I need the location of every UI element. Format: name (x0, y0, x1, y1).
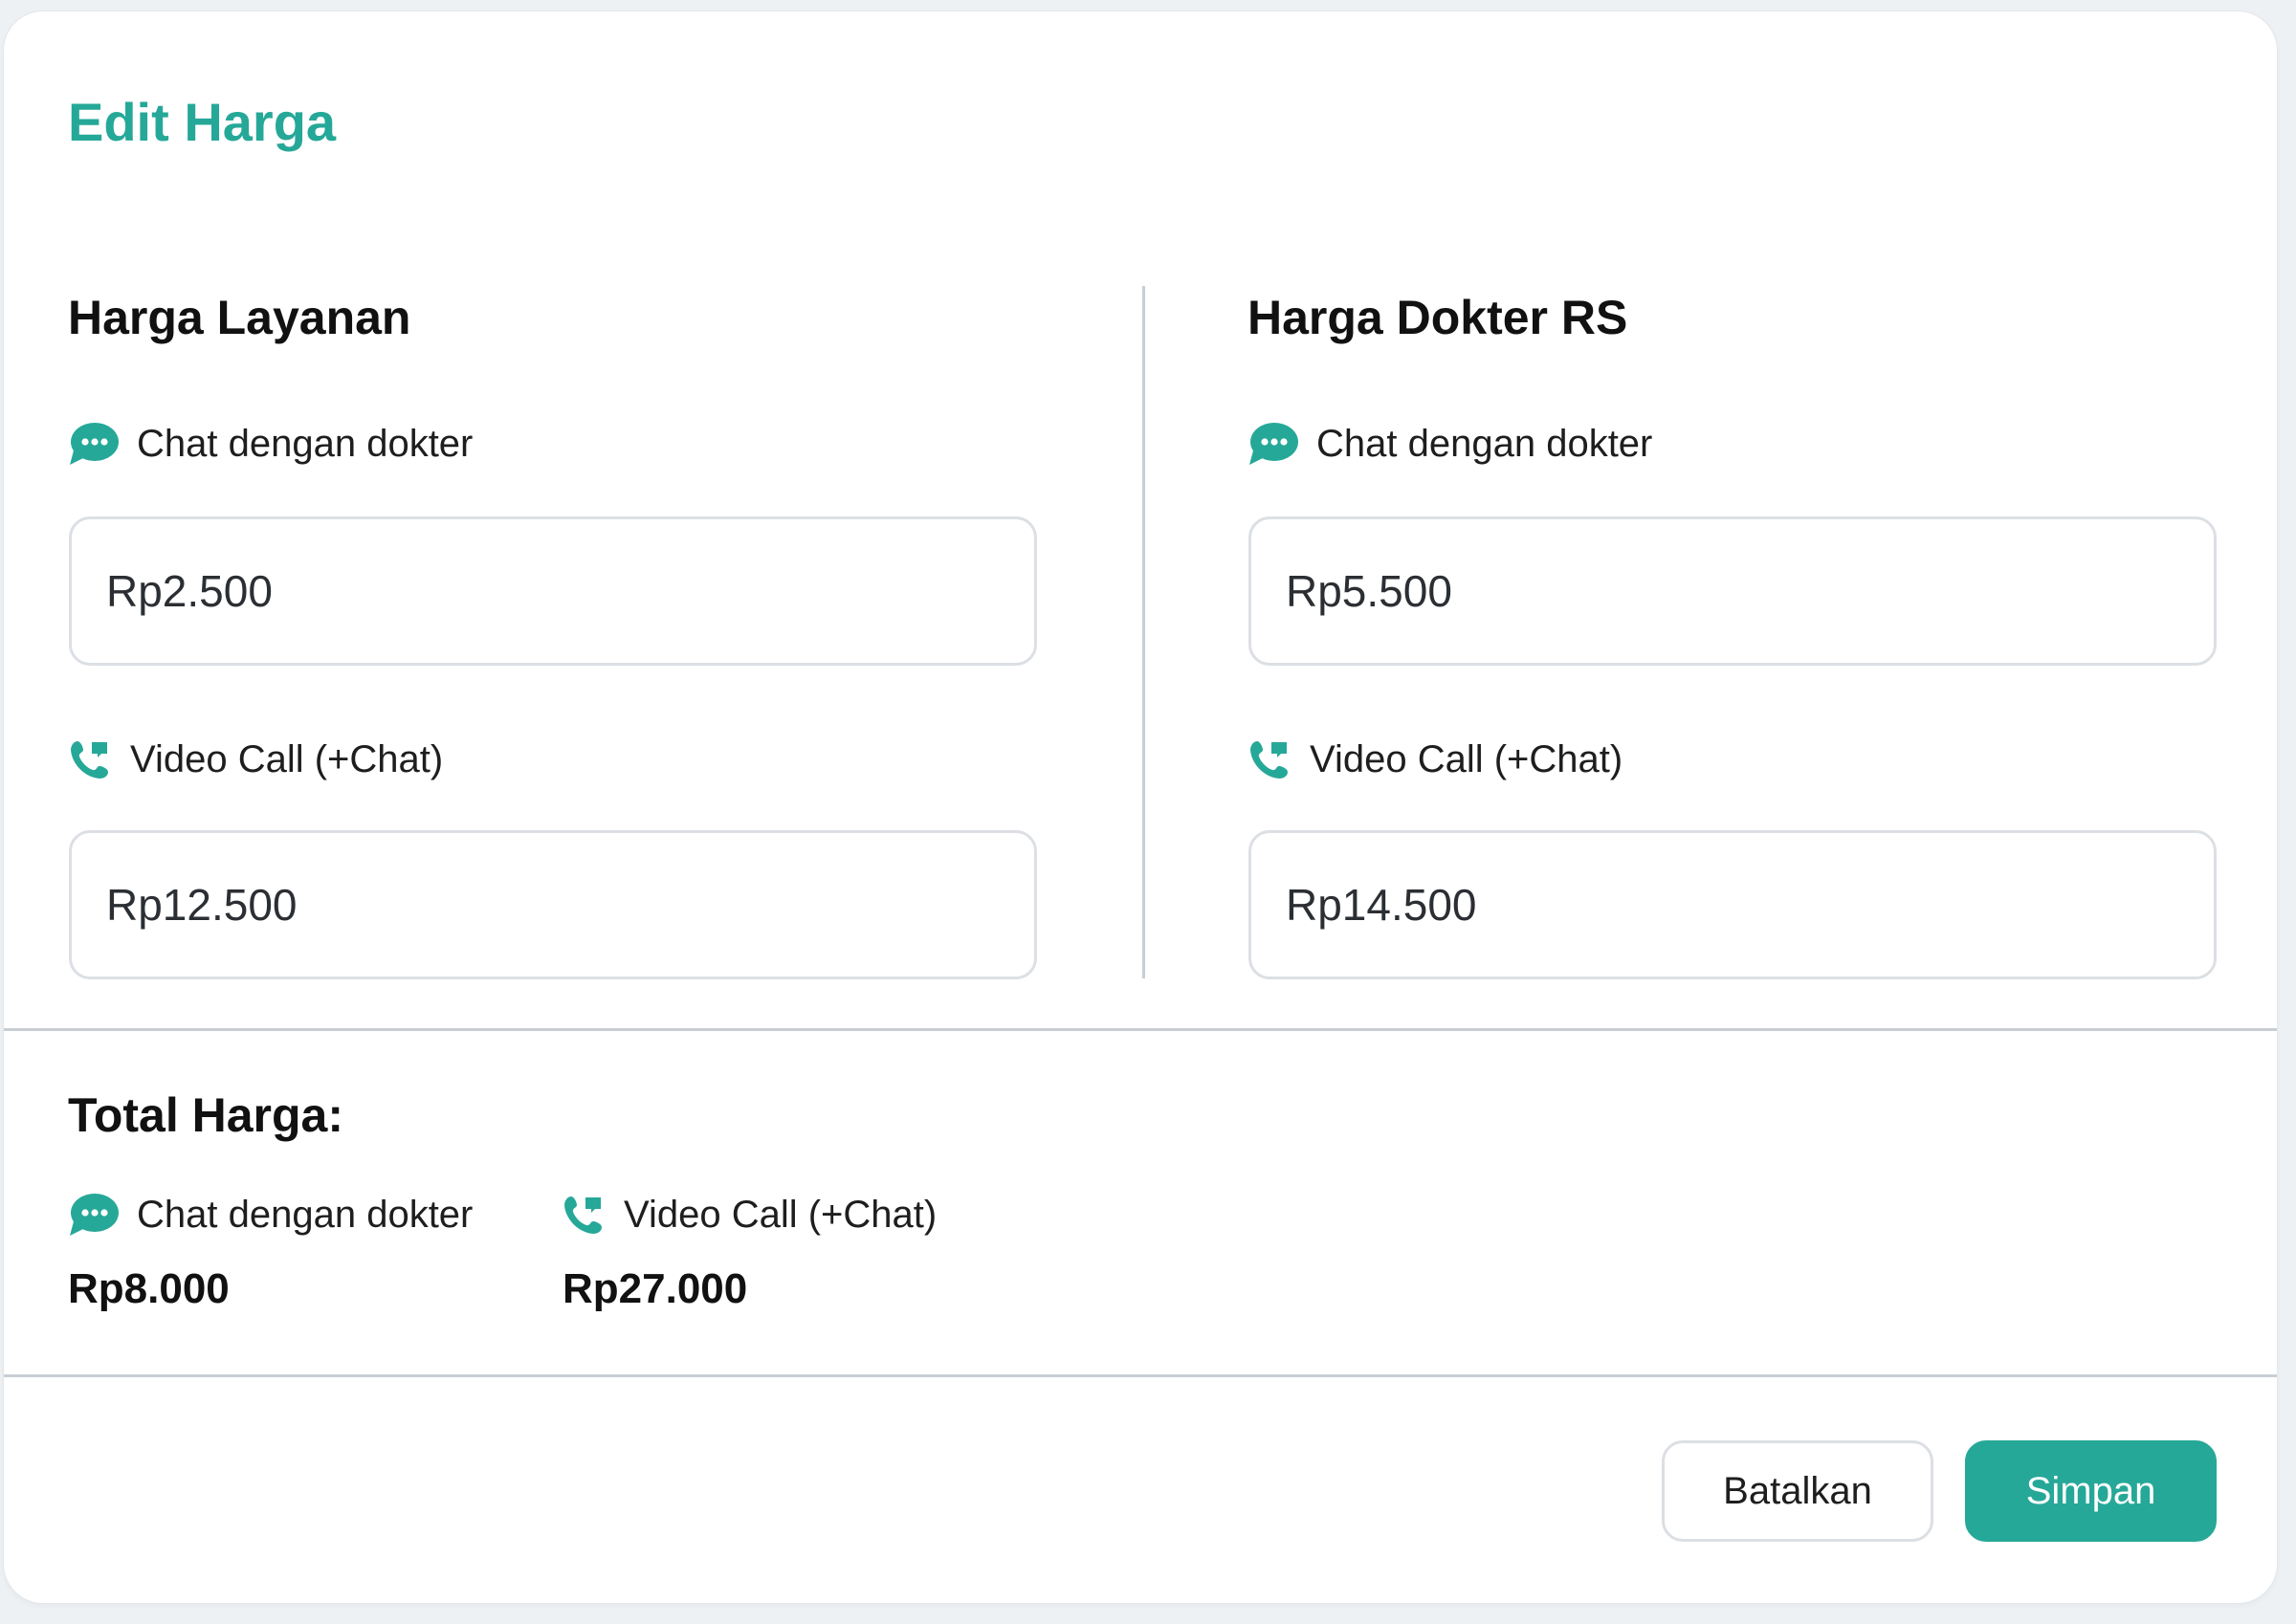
total-video-label: Video Call (+Chat) (563, 1184, 937, 1245)
footer-divider (4, 1374, 2277, 1377)
total-chat-label-text: Chat dengan dokter (137, 1194, 474, 1236)
total-chat-value: Rp8.000 (68, 1265, 230, 1312)
total-video-label-text: Video Call (+Chat) (624, 1194, 938, 1236)
total-video-value: Rp27.000 (563, 1265, 748, 1312)
phone-call-icon (1250, 741, 1288, 779)
phone-call-icon (564, 1196, 602, 1234)
hospital-chat-price-input[interactable] (1248, 516, 2217, 666)
modal-title: Edit Harga (68, 92, 337, 152)
cancel-button[interactable]: Batalkan (1662, 1440, 1933, 1542)
hospital-video-label: Video Call (+Chat) (1248, 729, 1623, 790)
edit-price-modal: Edit Harga Harga Layanan Chat dengan dok… (3, 11, 2278, 1604)
service-video-label-text: Video Call (+Chat) (130, 738, 444, 780)
service-chat-label-text: Chat dengan dokter (137, 423, 474, 465)
total-price-title: Total Harga: (68, 1088, 343, 1142)
service-video-price-input[interactable] (69, 830, 1037, 979)
hospital-video-label-text: Video Call (+Chat) (1310, 738, 1623, 780)
service-chat-label: Chat dengan dokter (68, 413, 473, 474)
section-divider (4, 1028, 2277, 1031)
chat-bubble-icon (70, 1194, 119, 1236)
column-divider (1142, 286, 1145, 978)
hospital-chat-label: Chat dengan dokter (1247, 413, 1652, 474)
service-chat-price-input[interactable] (69, 516, 1037, 666)
total-chat-label: Chat dengan dokter (68, 1184, 473, 1245)
save-button[interactable]: Simpan (1965, 1440, 2217, 1542)
chat-bubble-icon (70, 423, 119, 465)
service-price-title: Harga Layanan (68, 291, 411, 344)
chat-bubble-icon (1249, 423, 1298, 465)
phone-call-icon (71, 741, 108, 779)
hospital-chat-label-text: Chat dengan dokter (1316, 423, 1653, 465)
hospital-video-price-input[interactable] (1248, 830, 2217, 979)
service-video-label: Video Call (+Chat) (69, 729, 443, 790)
hospital-doctor-price-title: Harga Dokter RS (1247, 291, 1628, 344)
